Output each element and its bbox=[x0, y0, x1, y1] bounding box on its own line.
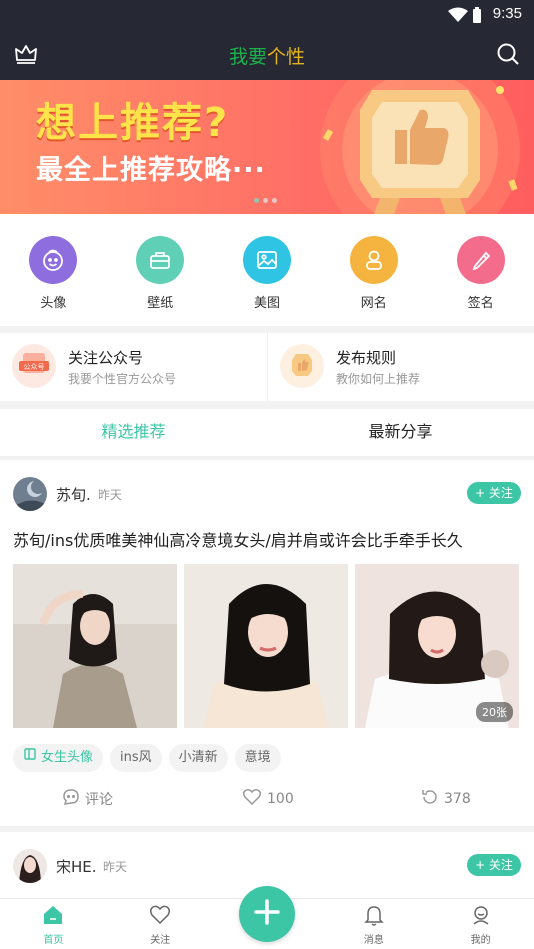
share-button[interactable]: 378 bbox=[421, 788, 471, 810]
pen-icon bbox=[456, 236, 505, 284]
post-author[interactable]: 苏旬. bbox=[56, 484, 91, 505]
follow-button[interactable]: + 关注 bbox=[467, 854, 521, 876]
heart-icon bbox=[242, 788, 262, 810]
promo-left-title: 关注公众号 bbox=[68, 349, 144, 367]
follow-button[interactable]: + 关注 bbox=[467, 482, 521, 504]
status-time: 9:35 bbox=[492, 5, 522, 22]
banner-pagination bbox=[254, 198, 277, 203]
tag-label: ins风 bbox=[120, 750, 152, 765]
image-icon bbox=[242, 236, 291, 284]
feed-tabs: 精选推荐 最新分享 bbox=[0, 409, 534, 457]
plus-icon bbox=[252, 897, 282, 931]
promo-banner[interactable]: 想上推荐? 最全上推荐攻略··· bbox=[0, 80, 534, 214]
wifi-icon bbox=[448, 7, 468, 27]
medal-icon bbox=[280, 344, 324, 388]
post-title[interactable]: 苏旬/ins优质唯美神仙高冷意境女头/肩并肩或许会比手牵手长久 bbox=[13, 527, 463, 551]
app-title-part2: 个性 bbox=[267, 46, 306, 68]
avatar[interactable] bbox=[13, 477, 47, 511]
avatar[interactable] bbox=[13, 849, 47, 883]
app-bar: 我要个性 bbox=[0, 30, 534, 80]
face-icon bbox=[29, 236, 78, 284]
official-account-icon: 公众号 bbox=[12, 344, 56, 388]
feed-post[interactable]: 苏旬. 昨天 + 关注 苏旬/ins优质唯美神仙高冷意境女头/肩并肩或许会比手牵… bbox=[0, 460, 534, 826]
briefcase-icon bbox=[136, 236, 185, 284]
category-avatar[interactable]: 头像 bbox=[0, 214, 107, 326]
app-title: 我要个性 bbox=[0, 42, 534, 69]
app-title-part1: 我要 bbox=[228, 46, 267, 68]
banner-headline: 想上推荐? bbox=[36, 100, 230, 146]
nav-follow[interactable]: 关注 bbox=[107, 899, 214, 949]
banner-subline: 最全上推荐攻略··· bbox=[36, 155, 266, 186]
image-count-badge: 20张 bbox=[476, 702, 513, 722]
promo-right-title: 发布规则 bbox=[336, 349, 397, 367]
nav-label: 我的 bbox=[470, 935, 491, 946]
book-icon bbox=[23, 744, 37, 772]
category-row: 头像 壁纸 美图 网名 签名 bbox=[0, 214, 534, 326]
promo-left-subtitle: 我要个性官方公众号 bbox=[68, 372, 177, 386]
pagination-dot bbox=[254, 198, 259, 203]
share-icon bbox=[421, 788, 439, 810]
comment-icon bbox=[62, 788, 80, 810]
tab-latest[interactable]: 最新分享 bbox=[267, 409, 534, 456]
add-post-button[interactable] bbox=[239, 886, 295, 942]
post-tags: 女生头像 ins风 小清新 意境 bbox=[13, 744, 281, 772]
comment-button[interactable]: 评论 bbox=[62, 788, 113, 810]
post-image[interactable] bbox=[184, 564, 348, 728]
share-count: 378 bbox=[444, 791, 471, 807]
post-time: 昨天 bbox=[103, 860, 128, 874]
post-images: 20张 bbox=[13, 564, 519, 728]
tag-label: 小清新 bbox=[178, 750, 218, 765]
heart-icon bbox=[149, 905, 171, 929]
comment-label: 评论 bbox=[85, 792, 113, 808]
category-wallpaper[interactable]: 壁纸 bbox=[107, 214, 214, 326]
nav-profile[interactable]: 我的 bbox=[427, 899, 534, 949]
tab-featured[interactable]: 精选推荐 bbox=[0, 409, 267, 456]
tag-label: 女生头像 bbox=[41, 750, 94, 765]
like-button[interactable]: 100 bbox=[242, 788, 294, 810]
nav-home[interactable]: 首页 bbox=[0, 899, 107, 949]
category-label: 壁纸 bbox=[147, 296, 174, 311]
category-label: 网名 bbox=[360, 296, 387, 311]
tag-chip[interactable]: 意境 bbox=[234, 744, 281, 772]
nav-messages[interactable]: 消息 bbox=[320, 899, 427, 949]
promo-right-subtitle: 教你如何上推荐 bbox=[336, 372, 421, 386]
tag-label: 意境 bbox=[244, 750, 271, 765]
follow-official-account-card[interactable]: 公众号 关注公众号 我要个性官方公众号 bbox=[0, 333, 267, 401]
publish-rules-card[interactable]: 发布规则 教你如何上推荐 bbox=[267, 333, 534, 401]
nav-label: 首页 bbox=[43, 935, 64, 946]
post-time: 昨天 bbox=[98, 488, 123, 502]
category-signature[interactable]: 签名 bbox=[427, 214, 534, 326]
category-pictures[interactable]: 美图 bbox=[214, 214, 321, 326]
tag-chip[interactable]: 小清新 bbox=[168, 744, 228, 772]
thumbs-up-medal-icon bbox=[300, 80, 534, 214]
post-actions: 评论 100 378 bbox=[0, 786, 534, 816]
nav-label: 消息 bbox=[363, 935, 384, 946]
bell-icon bbox=[363, 906, 385, 929]
pagination-dot bbox=[263, 198, 268, 203]
home-icon bbox=[42, 906, 64, 929]
profile-icon bbox=[470, 906, 492, 929]
post-author[interactable]: 宋HE. bbox=[56, 856, 97, 877]
like-count: 100 bbox=[267, 791, 294, 807]
user-icon bbox=[349, 236, 398, 284]
post-image[interactable]: 20张 bbox=[355, 564, 519, 728]
category-label: 美图 bbox=[253, 296, 280, 311]
post-image[interactable] bbox=[13, 564, 177, 728]
nav-label: 关注 bbox=[150, 935, 171, 946]
battery-icon bbox=[472, 7, 482, 28]
tag-chip[interactable]: ins风 bbox=[110, 744, 162, 772]
pagination-dot bbox=[272, 198, 277, 203]
tag-chip[interactable]: 女生头像 bbox=[13, 744, 104, 772]
category-label: 头像 bbox=[40, 296, 67, 311]
category-label: 签名 bbox=[467, 296, 494, 311]
official-account-badge-text: 公众号 bbox=[24, 363, 45, 371]
search-icon[interactable] bbox=[496, 42, 520, 70]
status-bar: 9:35 bbox=[0, 0, 534, 30]
promo-row: 公众号 关注公众号 我要个性官方公众号 发布规则 教你如何上推荐 bbox=[0, 333, 534, 401]
category-nickname[interactable]: 网名 bbox=[320, 214, 427, 326]
